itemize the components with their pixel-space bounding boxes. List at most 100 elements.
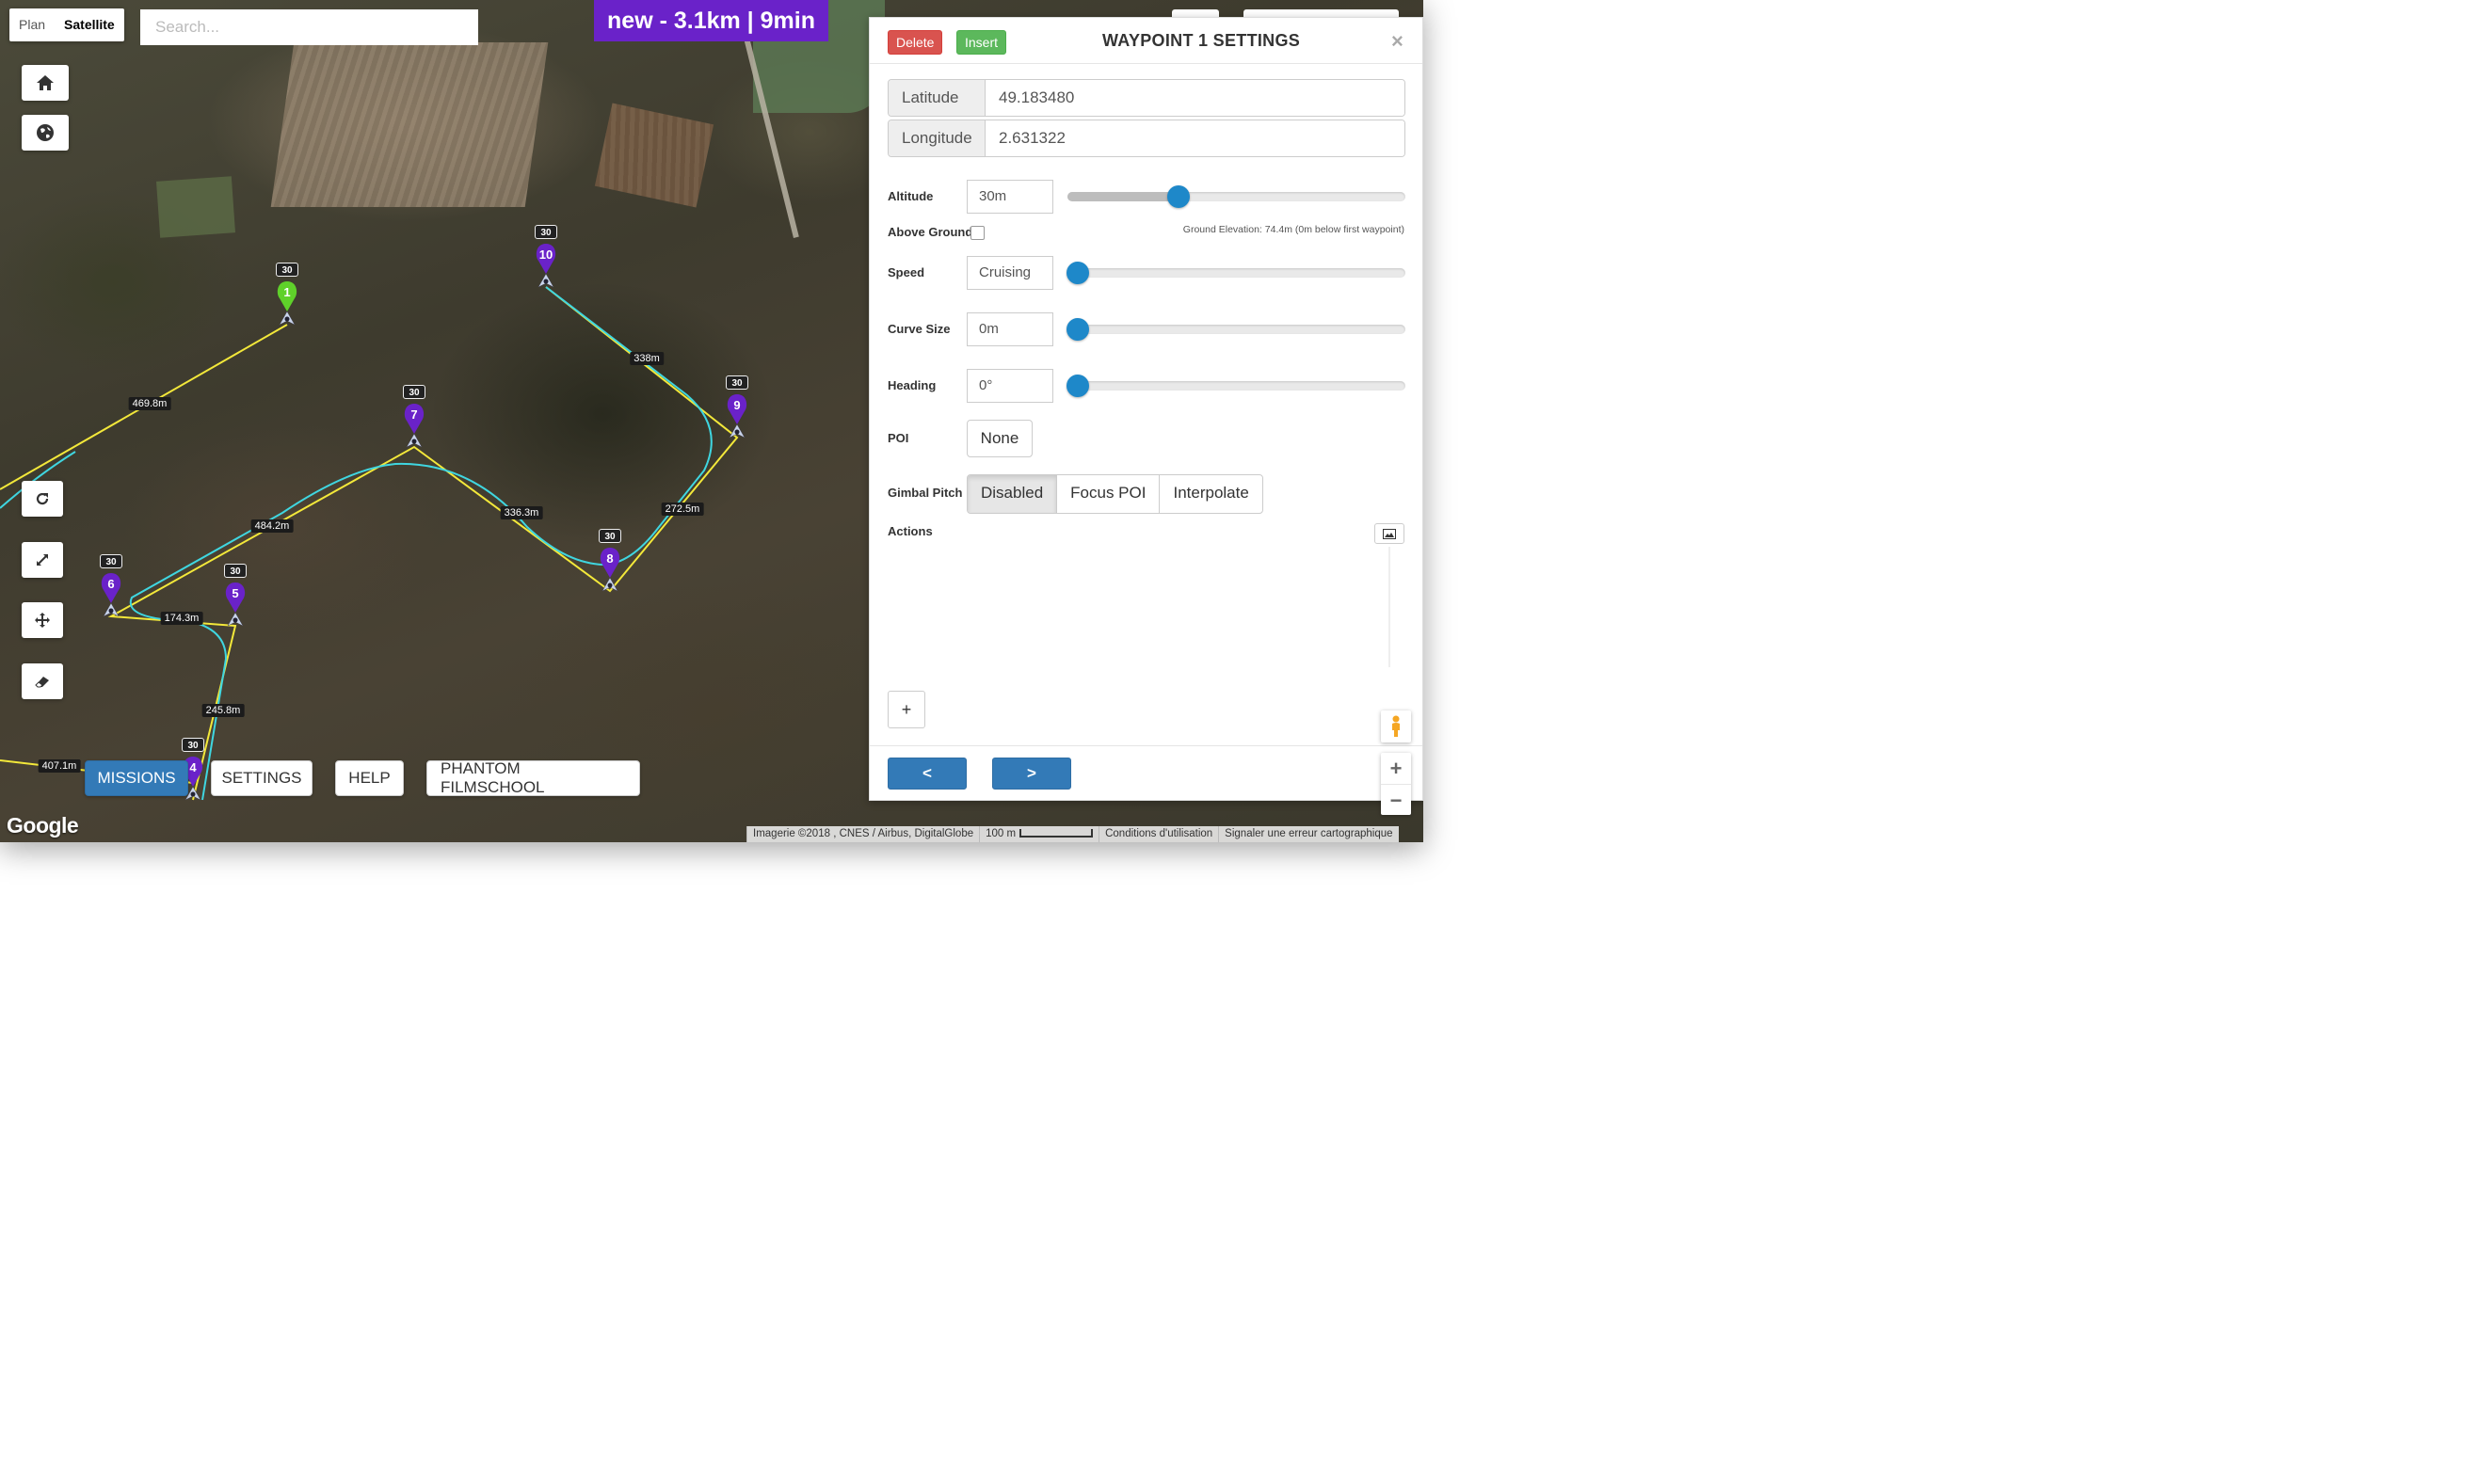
actions-label: Actions: [888, 524, 933, 538]
map-type-plan[interactable]: Plan: [9, 8, 55, 41]
panel-title: WAYPOINT 1 SETTINGS: [1102, 31, 1301, 50]
latitude-group: Latitude: [888, 79, 1405, 117]
curve-size-slider-handle[interactable]: [1067, 318, 1089, 341]
heading-input[interactable]: 0°: [967, 369, 1053, 403]
filmschool-button[interactable]: PHANTOM FILMSCHOOL: [426, 759, 640, 796]
waypoint-marker[interactable]: 6 30: [92, 554, 130, 624]
zoom-control: + −: [1381, 753, 1411, 815]
latitude-label: Latitude: [889, 80, 986, 116]
move-icon: [35, 613, 50, 628]
segment-distance-label: 272.5m: [661, 503, 704, 516]
segment-distance-label: 245.8m: [201, 704, 245, 717]
segment-distance-label: 469.8m: [128, 397, 171, 410]
segment-distance-label: 336.3m: [500, 506, 543, 519]
pegman-icon: [1392, 715, 1400, 737]
altitude-slider-handle[interactable]: [1167, 185, 1191, 208]
altitude-slider[interactable]: [1067, 185, 1405, 208]
home-button[interactable]: [22, 65, 69, 101]
map-type-toggle[interactable]: Plan Satellite: [9, 8, 124, 41]
longitude-input[interactable]: [986, 120, 1404, 156]
scale-label: 100 m: [986, 828, 1017, 839]
waypoint-altitude-tag: 30: [224, 564, 247, 578]
globe-button[interactable]: [22, 115, 69, 151]
gimbal-option-disabled[interactable]: Disabled: [968, 475, 1057, 513]
poi-button[interactable]: None: [967, 420, 1033, 457]
settings-button[interactable]: SETTINGS: [211, 760, 313, 796]
curve-size-slider[interactable]: [1067, 318, 1405, 341]
refresh-icon: [36, 492, 49, 505]
segment-distance-label: 407.1m: [38, 759, 81, 773]
eraser-icon: [35, 677, 49, 688]
gimbal-pitch-toggle: Disabled Focus POI Interpolate: [967, 474, 1263, 514]
heading-slider-handle[interactable]: [1067, 375, 1089, 397]
above-ground-checkbox[interactable]: [970, 226, 985, 240]
insert-button[interactable]: Insert: [956, 30, 1007, 55]
waypoint-marker[interactable]: 7 30: [395, 385, 433, 455]
heading-slider[interactable]: [1067, 375, 1405, 397]
speed-label: Speed: [888, 265, 925, 279]
gimbal-option-focus-poi[interactable]: Focus POI: [1056, 475, 1159, 513]
home-icon: [37, 75, 54, 90]
waypoint-altitude-tag: 30: [100, 554, 122, 568]
waypoint-number: 5: [232, 586, 239, 600]
speed-slider-handle[interactable]: [1067, 262, 1089, 284]
image-icon: [1383, 528, 1396, 539]
panel-header: Delete Insert WAYPOINT 1 SETTINGS ×: [870, 18, 1422, 64]
eraser-button[interactable]: [22, 663, 63, 699]
waypoint-number: 9: [733, 398, 741, 412]
segment-distance-label: 338m: [630, 352, 664, 365]
waypoint-marker[interactable]: 5 30: [217, 564, 254, 633]
waypoint-number: 10: [538, 247, 553, 262]
ground-elevation-text: Ground Elevation: 74.4m (0m below first …: [1182, 224, 1404, 235]
segment-distance-label: 484.2m: [250, 519, 294, 533]
image-button[interactable]: [1374, 523, 1404, 544]
search-input[interactable]: [140, 9, 478, 45]
gimbal-option-interpolate[interactable]: Interpolate: [1159, 475, 1261, 513]
zoom-out-button[interactable]: −: [1381, 785, 1411, 816]
waypoint-marker[interactable]: 8 30: [591, 529, 629, 598]
close-icon[interactable]: ×: [1391, 29, 1403, 54]
waypoint-number: 1: [283, 285, 291, 299]
map-attribution: Imagerie ©2018 , CNES / Airbus, DigitalG…: [746, 826, 1399, 842]
panel-divider: [870, 745, 1422, 746]
speed-slider[interactable]: [1067, 262, 1405, 284]
scale-bar: 100 m: [979, 826, 1099, 842]
longitude-group: Longitude: [888, 120, 1405, 157]
waypoint-altitude-tag: 30: [276, 263, 298, 277]
waypoint-settings-panel: Delete Insert WAYPOINT 1 SETTINGS × Lati…: [869, 17, 1423, 801]
delete-button[interactable]: Delete: [888, 30, 943, 55]
refresh-button[interactable]: [22, 481, 63, 517]
terms-link[interactable]: Conditions d'utilisation: [1099, 826, 1219, 842]
waypoint-number: 6: [107, 577, 115, 591]
missions-button[interactable]: MISSIONS: [85, 760, 188, 796]
expand-icon: [37, 554, 48, 566]
latitude-input[interactable]: [986, 80, 1404, 116]
imagery-credit: Imagerie ©2018 , CNES / Airbus, DigitalG…: [746, 826, 980, 842]
heading-label: Heading: [888, 378, 937, 392]
curve-size-input[interactable]: 0m: [967, 312, 1053, 346]
expand-button[interactable]: [22, 542, 63, 578]
zoom-in-button[interactable]: +: [1381, 753, 1411, 785]
map-type-satellite[interactable]: Satellite: [55, 8, 124, 41]
street-view-pegman[interactable]: [1381, 710, 1411, 742]
above-ground-label: Above Ground: [888, 225, 973, 239]
move-button[interactable]: [22, 602, 63, 638]
waypoint-marker[interactable]: 10 30: [527, 225, 565, 295]
waypoint-altitude-tag: 30: [403, 385, 425, 399]
previous-waypoint-button[interactable]: <: [888, 758, 967, 790]
report-error-link[interactable]: Signaler une erreur cartographique: [1218, 826, 1399, 842]
gimbal-pitch-label: Gimbal Pitch: [888, 486, 963, 500]
altitude-input[interactable]: 30m: [967, 180, 1053, 214]
altitude-label: Altitude: [888, 189, 934, 203]
waypoint-number: 8: [606, 551, 614, 566]
actions-scrollbar[interactable]: [1388, 547, 1390, 667]
add-action-button[interactable]: +: [888, 691, 925, 728]
segment-distance-label: 174.3m: [160, 612, 203, 625]
speed-input[interactable]: Cruising: [967, 256, 1053, 290]
help-button[interactable]: HELP: [335, 760, 404, 796]
waypoint-marker[interactable]: 1 30: [268, 263, 306, 332]
map-view[interactable]: Plan Satellite new - 3.1km | 9min 130430…: [0, 0, 1423, 842]
next-waypoint-button[interactable]: >: [992, 758, 1071, 790]
waypoint-altitude-tag: 30: [535, 225, 557, 239]
waypoint-marker[interactable]: 9 30: [718, 375, 756, 445]
